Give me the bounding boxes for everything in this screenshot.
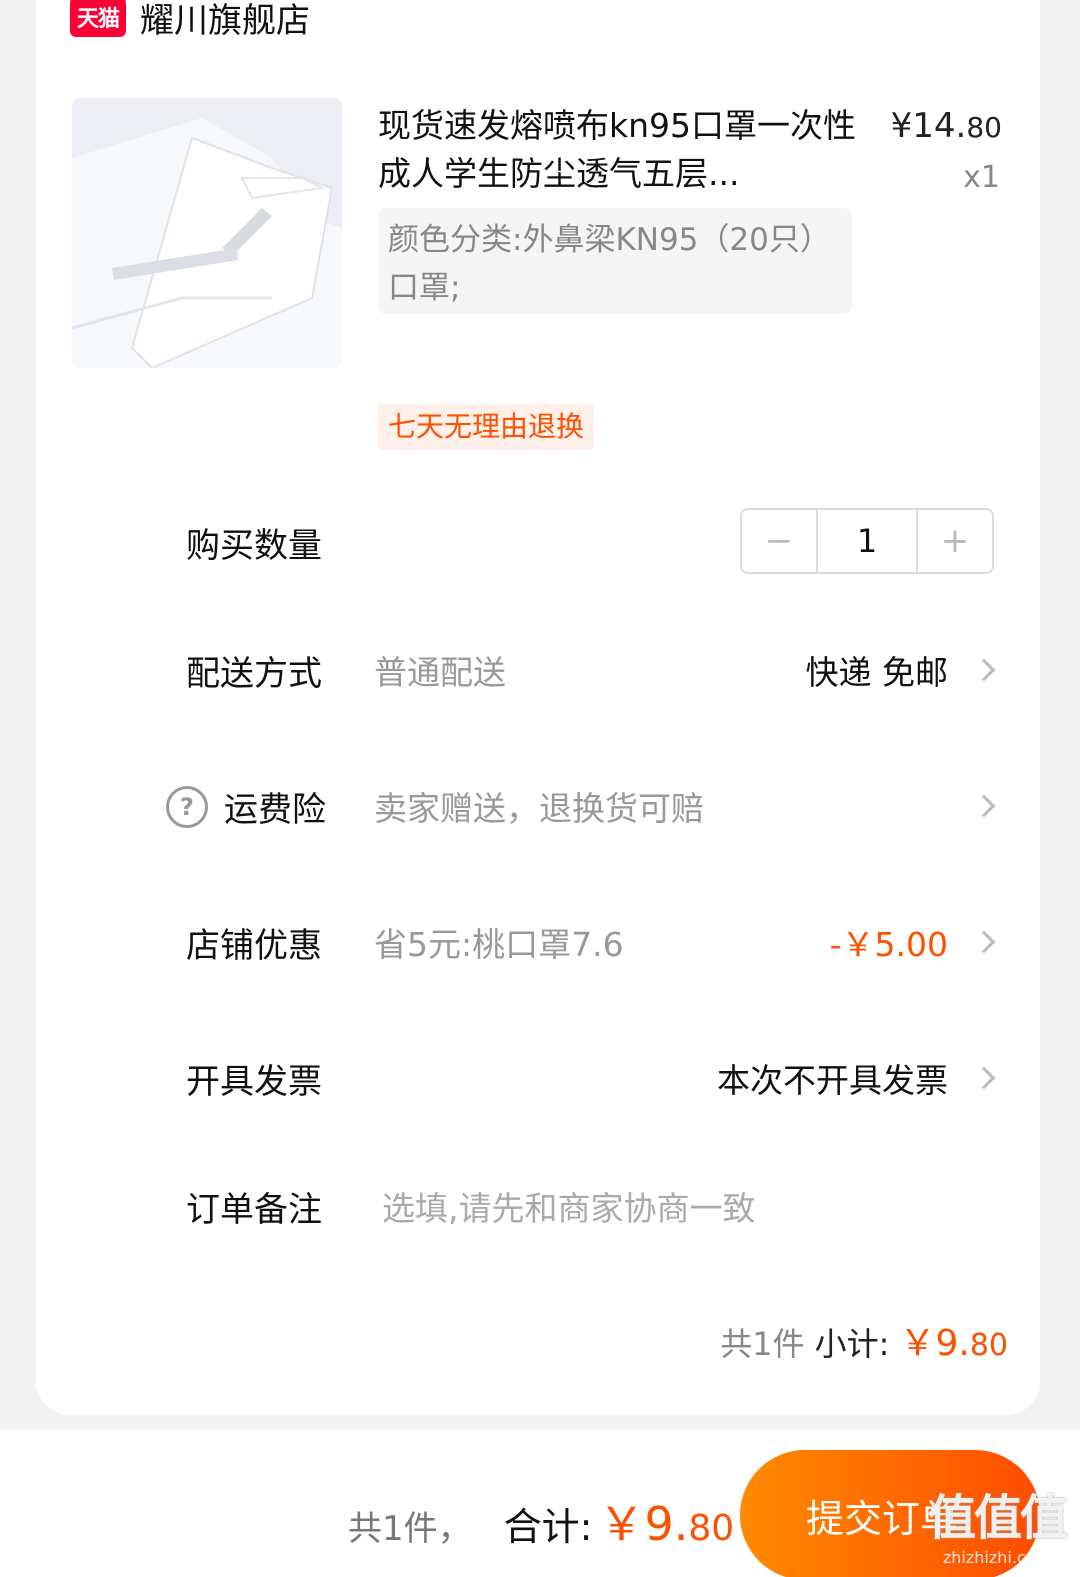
store-discount-row[interactable]: 店铺优惠 省5元:桃口罩7.6 -￥5.00 xyxy=(186,912,1000,972)
delivery-value: 快递 免邮 xyxy=(805,653,949,692)
subtotal-amount: ￥9.80 xyxy=(899,1323,1008,1364)
total: 共1件， 合计: ￥9.80 xyxy=(348,1488,734,1554)
checkout-bar: 共1件， 合计: ￥9.80 提交订单 值值值 zhizhizhi.com xyxy=(0,1430,1080,1577)
product-price: ¥14.80 xyxy=(890,106,1002,146)
insurance-label: 运费险 xyxy=(224,789,326,830)
chevron-right-icon xyxy=(972,1066,996,1090)
total-amount: ￥9.80 xyxy=(598,1497,735,1551)
chevron-right-icon xyxy=(972,930,996,954)
product-image[interactable] xyxy=(72,98,342,368)
invoice-value: 本次不开具发票 xyxy=(717,1061,948,1100)
total-label: 合计: xyxy=(503,1505,593,1549)
mask-image-icon xyxy=(72,98,342,368)
quantity-stepper[interactable]: − 1 + xyxy=(740,508,994,574)
decrement-button[interactable]: − xyxy=(742,510,816,572)
increment-button[interactable]: + xyxy=(918,510,992,572)
return-policy-badge: 七天无理由退换 xyxy=(378,404,595,450)
total-count: 共1件， xyxy=(348,1509,472,1549)
tmall-logo: 天猫 xyxy=(70,0,126,37)
note-label: 订单备注 xyxy=(186,1189,322,1230)
quantity-label: 购买数量 xyxy=(186,525,322,566)
store-name[interactable]: 耀川旗舰店 xyxy=(140,0,310,42)
invoice-label: 开具发票 xyxy=(186,1061,322,1102)
product-quantity: x1 xyxy=(963,160,1000,195)
discount-label: 店铺优惠 xyxy=(186,925,322,966)
insurance-desc: 卖家赠送，退换货可赔 xyxy=(374,789,704,828)
chevron-right-icon xyxy=(972,794,996,818)
invoice-row[interactable]: 开具发票 本次不开具发票 xyxy=(186,1048,1000,1108)
delivery-label: 配送方式 xyxy=(186,653,322,694)
chevron-right-icon xyxy=(972,658,996,682)
discount-desc: 省5元:桃口罩7.6 xyxy=(374,925,624,964)
sku-selection[interactable]: 颜色分类:外鼻梁KN95（20只）口罩; xyxy=(378,208,852,314)
discount-amount: -￥5.00 xyxy=(829,925,948,964)
delivery-row[interactable]: 配送方式 普通配送 快递 免邮 xyxy=(186,640,1000,700)
insurance-row[interactable]: 运费险 卖家赠送，退换货可赔 xyxy=(224,776,1000,836)
note-input[interactable]: 选填,请先和商家协商一致 xyxy=(382,1182,1000,1230)
help-icon[interactable]: ? xyxy=(166,786,208,828)
subtotal-count: 共1件 xyxy=(720,1325,805,1363)
delivery-method: 普通配送 xyxy=(374,653,506,692)
product-title[interactable]: 现货速发熔喷布kn95口罩一次性成人学生防尘透气五层... xyxy=(378,102,858,198)
order-note-row[interactable]: 订单备注 选填,请先和商家协商一致 xyxy=(186,1176,1000,1236)
subtotal-label: 小计: xyxy=(814,1325,890,1363)
quantity-input[interactable]: 1 xyxy=(816,510,918,572)
store-header[interactable]: 天猫 耀川旗舰店 xyxy=(70,0,310,42)
watermark: 值值值 zhizhizhi.com xyxy=(927,1490,1068,1567)
subtotal: 共1件 小计: ￥9.80 xyxy=(720,1314,1008,1366)
